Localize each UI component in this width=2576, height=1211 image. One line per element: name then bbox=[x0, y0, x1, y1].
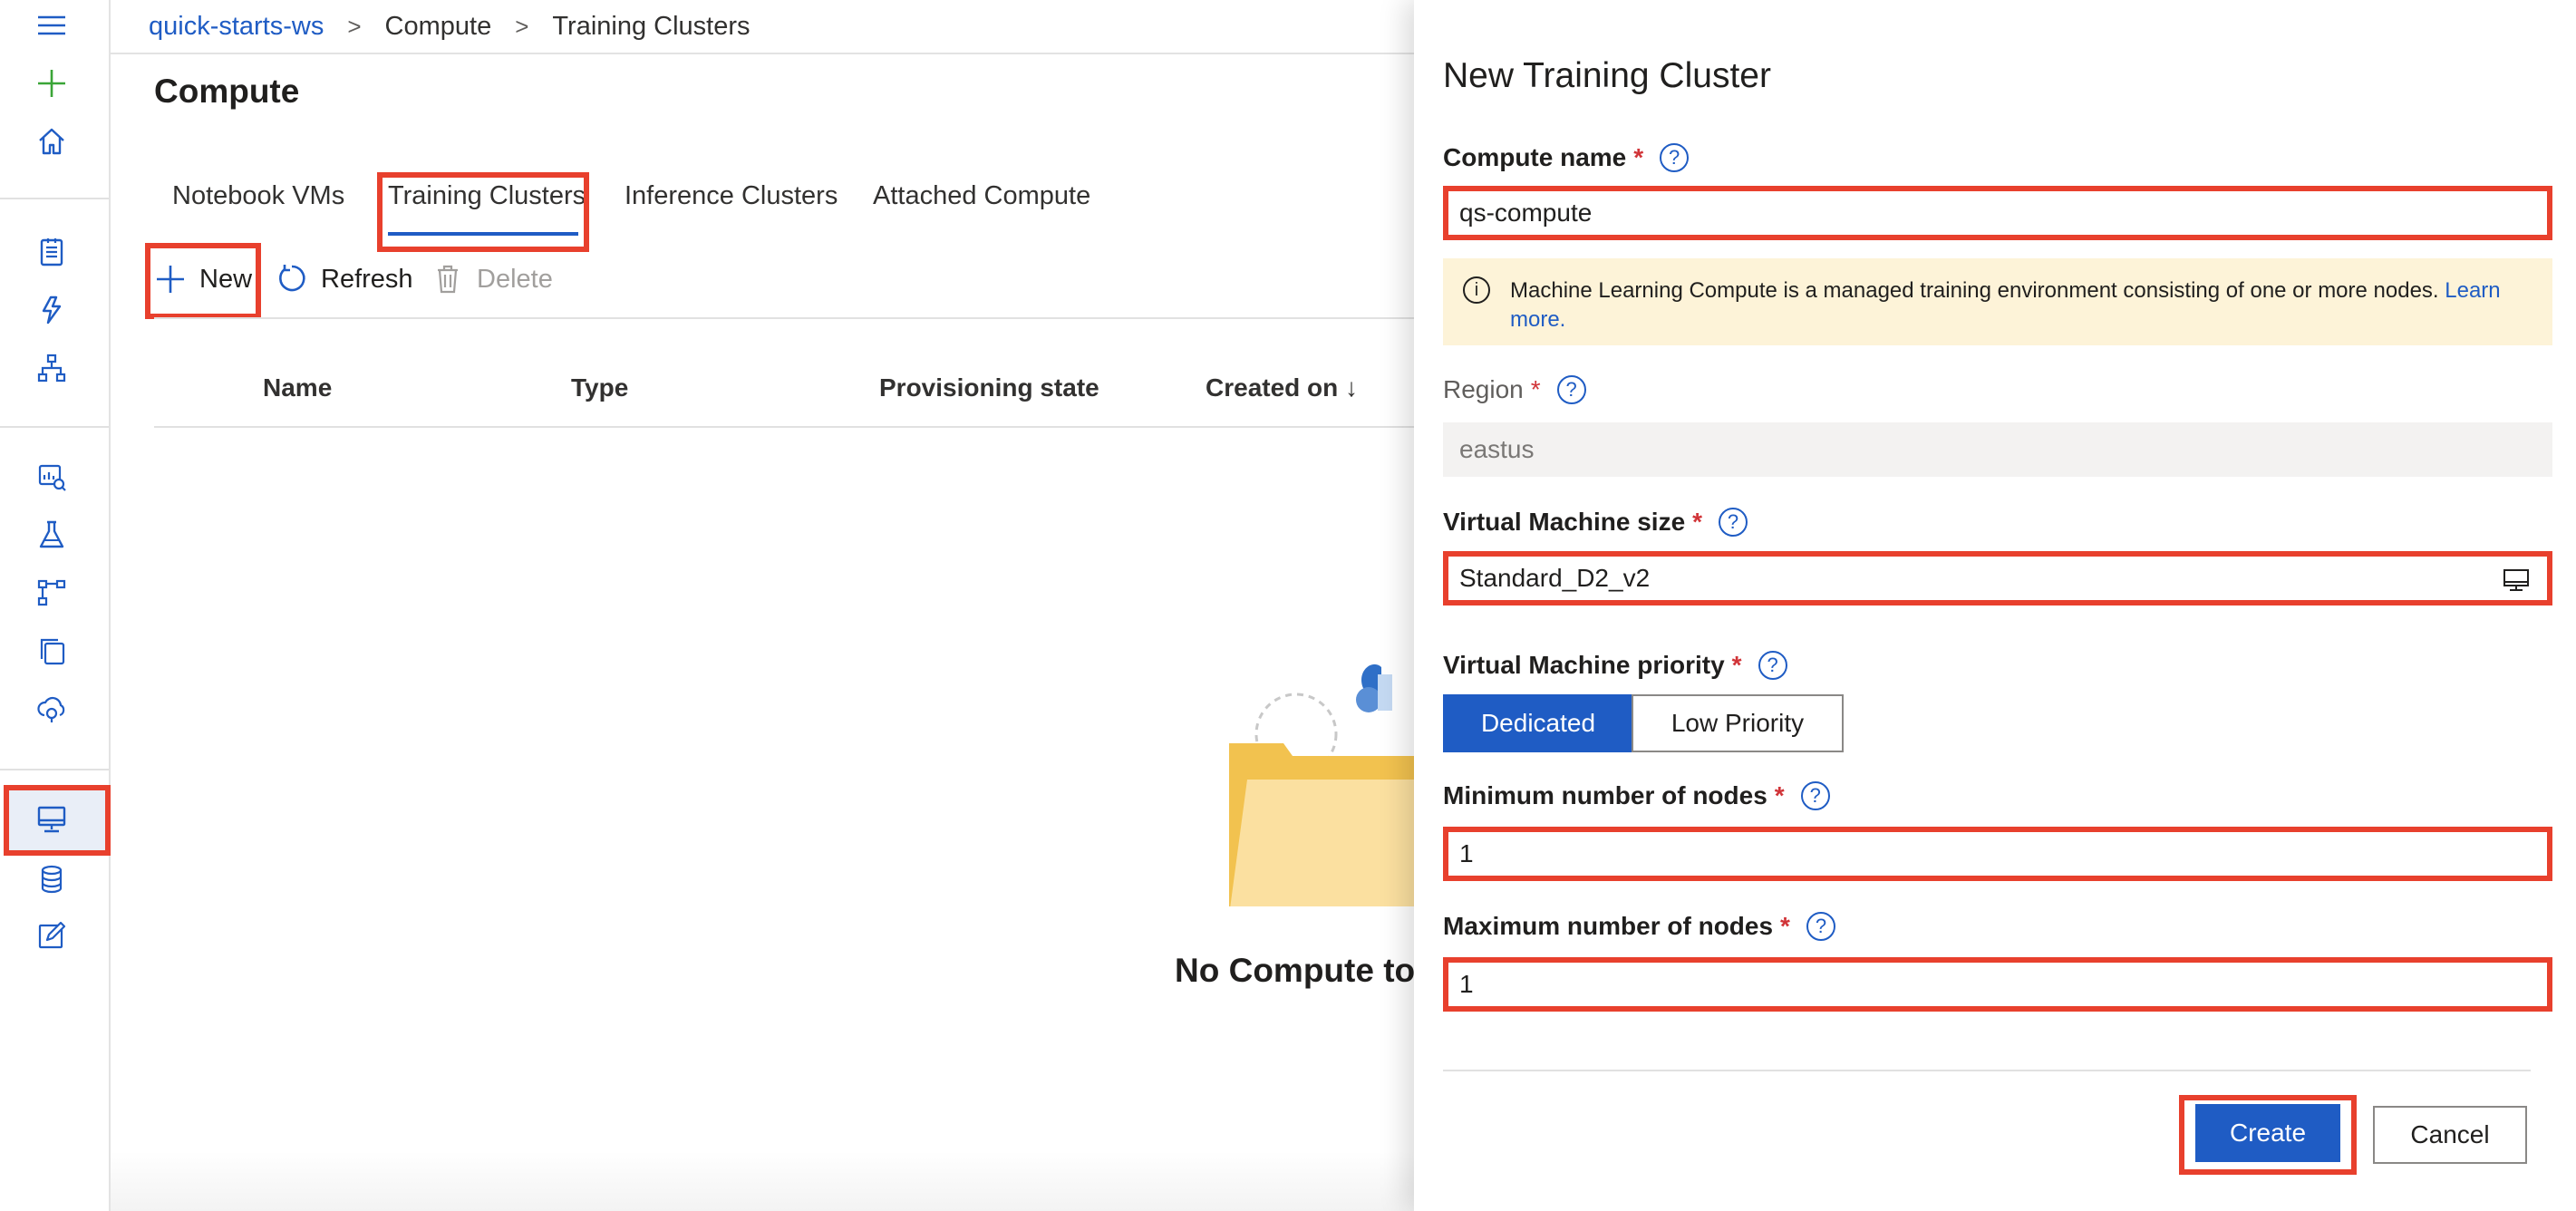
models-icon[interactable] bbox=[28, 627, 75, 674]
home-icon[interactable] bbox=[28, 118, 75, 165]
compute-name-label-text: Compute name bbox=[1443, 143, 1627, 171]
chevron-right-icon: > bbox=[515, 12, 529, 40]
help-icon[interactable]: ? bbox=[1806, 912, 1835, 941]
toolbar-divider bbox=[154, 317, 1423, 319]
breadcrumb-compute[interactable]: Compute bbox=[385, 12, 492, 42]
datasets-icon[interactable] bbox=[28, 453, 75, 500]
max-nodes-input[interactable]: 1 bbox=[1443, 957, 2552, 1012]
compute-icon[interactable] bbox=[28, 796, 75, 843]
vm-size-label-text: Virtual Machine size bbox=[1443, 508, 1686, 536]
panel-title: New Training Cluster bbox=[1443, 56, 1771, 95]
required-marker: * bbox=[1633, 143, 1644, 171]
help-icon[interactable]: ? bbox=[1800, 781, 1830, 810]
endpoints-icon[interactable] bbox=[28, 685, 75, 732]
new-training-cluster-panel: New Training Cluster Compute name * ? qs… bbox=[1414, 0, 2576, 1211]
min-nodes-label-text: Minimum number of nodes bbox=[1443, 781, 1767, 809]
min-nodes-input[interactable]: 1 bbox=[1443, 827, 2552, 881]
delete-button[interactable]: Delete bbox=[431, 261, 553, 297]
vm-size-value: Standard_D2_v2 bbox=[1459, 564, 1651, 592]
vm-size-label: Virtual Machine size * ? bbox=[1443, 508, 1748, 537]
create-button[interactable]: Create bbox=[2195, 1104, 2340, 1162]
max-nodes-label-text: Maximum number of nodes bbox=[1443, 912, 1774, 940]
pipelines-icon[interactable] bbox=[28, 569, 75, 616]
column-header-type[interactable]: Type bbox=[571, 373, 628, 402]
cancel-button[interactable]: Cancel bbox=[2373, 1106, 2527, 1164]
rail-divider bbox=[0, 198, 109, 199]
refresh-button-label: Refresh bbox=[321, 264, 413, 294]
priority-dedicated-option[interactable]: Dedicated bbox=[1443, 694, 1633, 752]
priority-low-priority-option[interactable]: Low Priority bbox=[1632, 694, 1844, 752]
required-marker: * bbox=[1692, 508, 1703, 536]
datastores-icon[interactable] bbox=[28, 856, 75, 903]
menu-icon[interactable] bbox=[28, 2, 75, 49]
vm-priority-label-text: Virtual Machine priority bbox=[1443, 651, 1725, 679]
info-message-bar: i Machine Learning Compute is a managed … bbox=[1443, 258, 2552, 345]
experiments-icon[interactable] bbox=[28, 511, 75, 558]
breadcrumb: quick-starts-ws > Compute > Training Clu… bbox=[149, 7, 751, 45]
empty-state-message: No Compute to bbox=[1175, 952, 1416, 989]
page-title: Compute bbox=[154, 73, 300, 110]
highlight-new-button bbox=[145, 243, 261, 319]
panel-footer-divider bbox=[1443, 1070, 2531, 1071]
breadcrumb-workspace-link[interactable]: quick-starts-ws bbox=[149, 12, 324, 42]
vm-priority-label: Virtual Machine priority * ? bbox=[1443, 651, 1787, 680]
header-divider bbox=[111, 53, 1416, 54]
add-icon[interactable] bbox=[28, 60, 75, 107]
max-nodes-label: Maximum number of nodes * ? bbox=[1443, 912, 1835, 941]
required-marker: * bbox=[1731, 651, 1742, 679]
help-icon[interactable]: ? bbox=[1719, 508, 1748, 537]
region-label: Region * ? bbox=[1443, 375, 1586, 404]
rail-divider bbox=[0, 769, 109, 770]
delete-button-label: Delete bbox=[477, 264, 553, 294]
region-field: eastus bbox=[1443, 422, 2552, 477]
column-header-name[interactable]: Name bbox=[263, 373, 332, 402]
chevron-right-icon: > bbox=[347, 12, 362, 40]
trash-icon bbox=[438, 265, 458, 294]
designer-icon[interactable] bbox=[28, 344, 75, 392]
refresh-icon bbox=[279, 265, 305, 292]
table-header-divider bbox=[154, 426, 1423, 428]
refresh-button[interactable]: Refresh bbox=[276, 261, 413, 297]
labeling-icon[interactable] bbox=[28, 912, 75, 959]
column-header-created-on[interactable]: Created on ↓ bbox=[1206, 373, 1358, 402]
left-nav-rail bbox=[0, 0, 111, 1211]
region-label-text: Region bbox=[1443, 375, 1524, 403]
tab-inference-clusters[interactable]: Inference Clusters bbox=[625, 181, 838, 211]
empty-folder-illustration bbox=[1229, 664, 1423, 906]
help-icon[interactable]: ? bbox=[1758, 651, 1787, 680]
tab-notebook-vms[interactable]: Notebook VMs bbox=[172, 181, 344, 211]
min-nodes-label: Minimum number of nodes * ? bbox=[1443, 781, 1830, 810]
compute-name-input[interactable]: qs-compute bbox=[1443, 186, 2552, 240]
bottom-fade bbox=[111, 1151, 1416, 1211]
monitor-icon[interactable] bbox=[2502, 566, 2531, 595]
required-marker: * bbox=[1530, 375, 1541, 403]
help-icon[interactable]: ? bbox=[1556, 375, 1586, 404]
automl-icon[interactable] bbox=[28, 286, 75, 334]
notebook-icon[interactable] bbox=[28, 228, 75, 276]
help-icon[interactable]: ? bbox=[1660, 143, 1690, 172]
breadcrumb-current: Training Clusters bbox=[552, 11, 751, 41]
required-marker: * bbox=[1774, 781, 1785, 809]
compute-name-label: Compute name * ? bbox=[1443, 143, 1690, 172]
highlight-training-clusters-tab bbox=[377, 172, 589, 252]
info-icon: i bbox=[1463, 276, 1490, 304]
vm-size-selector[interactable]: Standard_D2_v2 bbox=[1443, 551, 2552, 606]
tab-attached-compute[interactable]: Attached Compute bbox=[873, 181, 1090, 211]
required-marker: * bbox=[1780, 912, 1790, 940]
info-message-text: Machine Learning Compute is a managed tr… bbox=[1510, 278, 2439, 303]
column-header-provisioning-state[interactable]: Provisioning state bbox=[879, 373, 1099, 402]
rail-divider bbox=[0, 426, 109, 428]
